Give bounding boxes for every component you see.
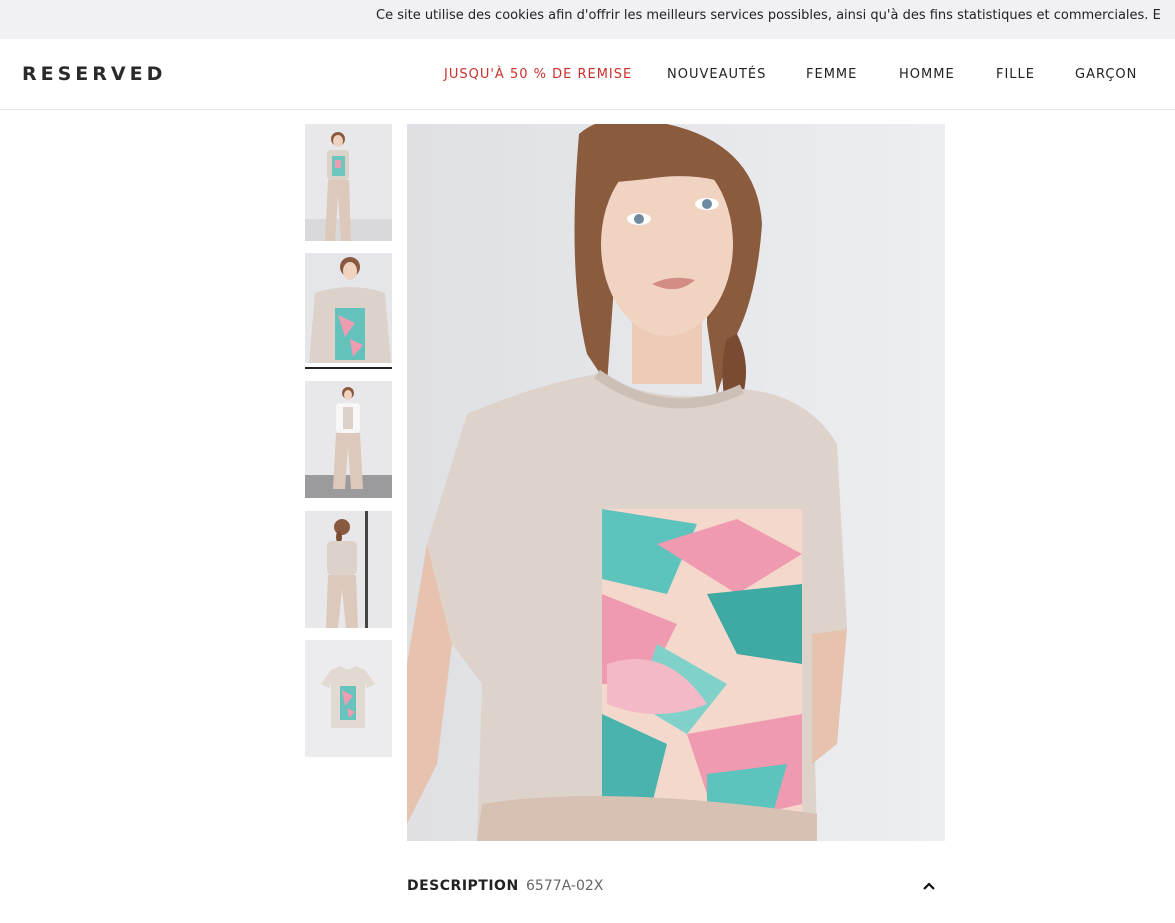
site-header: RESERVED JUSQU'À 50 % DE REMISE NOUVEAUT… [0, 39, 1175, 110]
thumbnail-front-closeup[interactable] [305, 253, 392, 363]
main-nav: JUSQU'À 50 % DE REMISE NOUVEAUTÉS FEMME … [0, 67, 1175, 87]
thumbnail-image [305, 253, 392, 363]
nav-item-nouveautes[interactable]: NOUVEAUTÉS [667, 67, 766, 82]
product-photo [407, 124, 945, 841]
description-label: DESCRIPTION [407, 878, 519, 894]
thumbnail-front-full[interactable] [305, 124, 392, 241]
main-product-image[interactable] [407, 124, 945, 841]
thumbnail-back[interactable] [305, 511, 392, 628]
thumbnail-image [305, 511, 392, 628]
thumbnail-image [305, 124, 392, 241]
cookie-banner-text: Ce site utilise des cookies afin d'offri… [376, 8, 1161, 23]
cookie-banner: Ce site utilise des cookies afin d'offri… [0, 0, 1175, 39]
nav-item-sale[interactable]: JUSQU'À 50 % DE REMISE [444, 67, 632, 82]
chevron-up-icon[interactable] [921, 878, 937, 894]
thumbnail-with-jacket[interactable] [305, 381, 392, 498]
product-code: 6577A-02X [526, 878, 604, 894]
nav-item-homme[interactable]: HOMME [899, 67, 955, 82]
thumbnail-flat-product[interactable] [305, 640, 392, 757]
selected-thumbnail-indicator [305, 367, 392, 369]
nav-item-garcon[interactable]: GARÇON [1075, 67, 1137, 82]
nav-item-femme[interactable]: FEMME [806, 67, 857, 82]
thumbnail-image [305, 381, 392, 498]
thumbnail-image [305, 640, 392, 757]
nav-item-fille[interactable]: FILLE [996, 67, 1035, 82]
description-accordion[interactable]: DESCRIPTION 6577A-02X [407, 866, 945, 906]
